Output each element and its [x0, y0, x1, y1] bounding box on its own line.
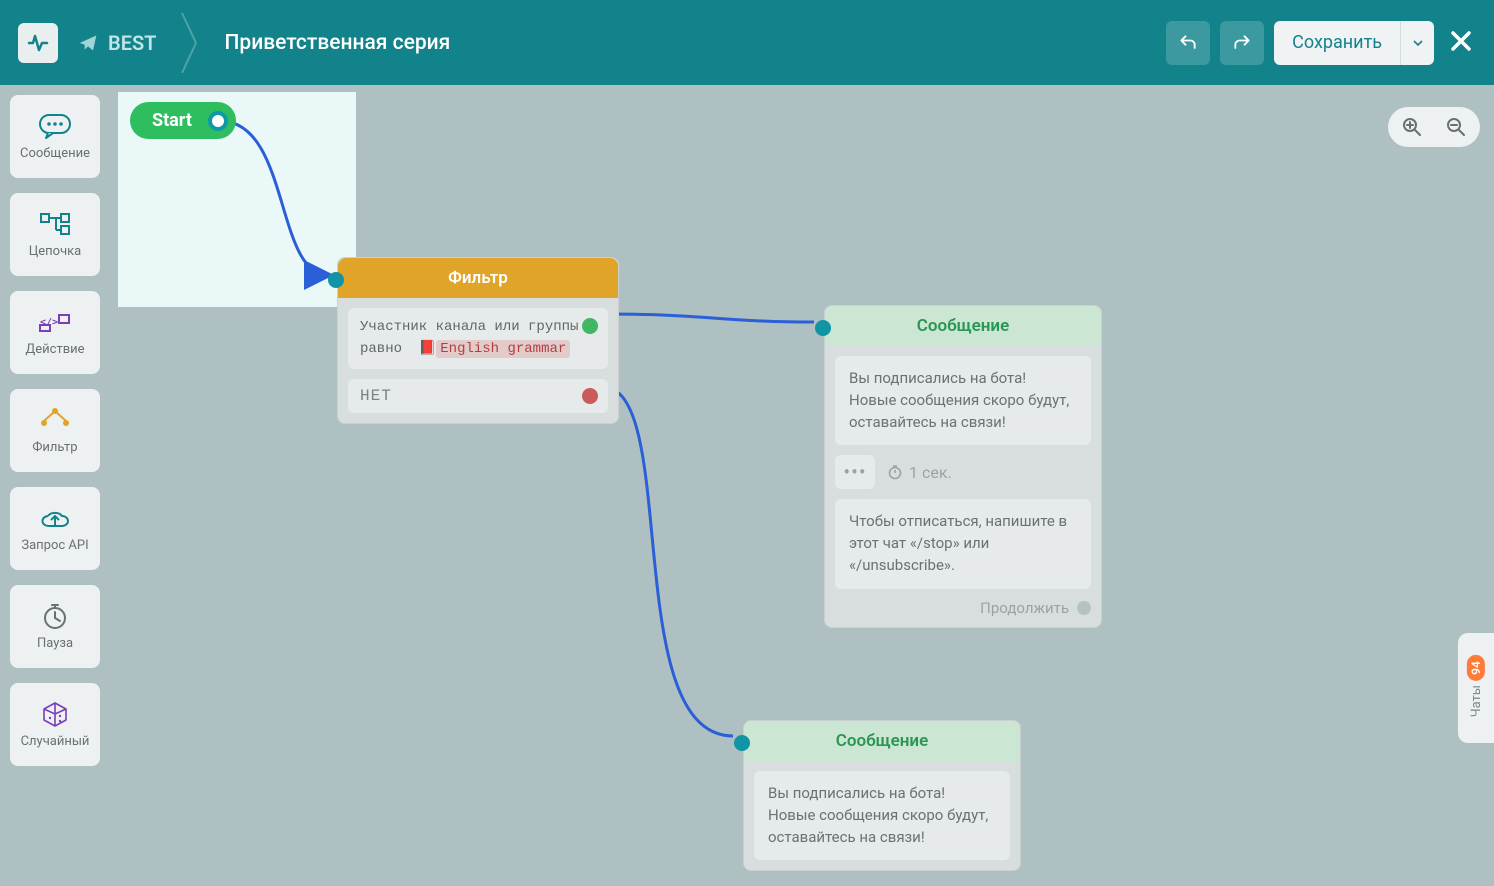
- book-icon: 📕: [419, 341, 436, 357]
- app-logo[interactable]: [18, 23, 58, 63]
- message-node-2[interactable]: Сообщение Вы подписались на бота! Новые …: [743, 720, 1021, 871]
- tool-label: Фильтр: [32, 440, 77, 455]
- filter-field: Участник канала или группы: [360, 316, 596, 338]
- start-node[interactable]: Start: [130, 102, 236, 139]
- filter-op: равно: [360, 341, 402, 357]
- continue-label: Продолжить: [980, 599, 1069, 617]
- chats-label: Чаты: [1469, 685, 1484, 717]
- tool-filter[interactable]: Фильтр: [10, 389, 100, 472]
- tool-random[interactable]: Случайный: [10, 683, 100, 766]
- save-label: Сохранить: [1274, 21, 1400, 65]
- stopwatch-icon: [887, 464, 903, 480]
- breadcrumb-bot[interactable]: BEST: [78, 31, 156, 55]
- msg1-delay[interactable]: 1 сек.: [887, 463, 952, 482]
- tool-chain[interactable]: Цепочка: [10, 193, 100, 276]
- tool-sidebar: Сообщение Цепочка </> Действие Фильтр За…: [10, 95, 100, 766]
- msg2-text-1[interactable]: Вы подписались на бота! Новые сообщения …: [754, 771, 1010, 860]
- filter-else-label: НЕТ: [360, 387, 392, 405]
- redo-button[interactable]: [1220, 21, 1264, 65]
- zoom-out-button[interactable]: [1436, 111, 1476, 143]
- tool-label: Сообщение: [20, 146, 90, 161]
- msg1-text-2[interactable]: Чтобы отписаться, напишите в этот чат «/…: [835, 499, 1091, 588]
- save-dropdown-caret[interactable]: [1400, 21, 1434, 65]
- msg1-output-port[interactable]: [1077, 601, 1091, 615]
- msg1-body: Вы подписались на бота! Новые сообщения …: [825, 346, 1101, 627]
- msg2-input-port[interactable]: [734, 735, 750, 751]
- tool-label: Пауза: [37, 636, 73, 651]
- msg2-title: Сообщение: [744, 721, 1020, 761]
- filter-condition-row[interactable]: Участник канала или группы равно 📕Englis…: [348, 308, 608, 369]
- api-icon: [37, 504, 73, 532]
- tool-label: Цепочка: [29, 244, 82, 259]
- breadcrumb-chevron-icon: [180, 13, 200, 73]
- msg1-options-button[interactable]: •••: [835, 455, 875, 489]
- start-label: Start: [152, 110, 192, 131]
- message-node-1[interactable]: Сообщение Вы подписались на бота! Новые …: [824, 305, 1102, 628]
- pause-icon: [37, 602, 73, 630]
- breadcrumb: BEST Приветственная серия: [78, 13, 450, 73]
- close-button[interactable]: [1450, 26, 1472, 59]
- message-icon: [37, 112, 73, 140]
- start-output-port[interactable]: [208, 111, 228, 131]
- top-actions: Сохранить: [1166, 21, 1476, 65]
- tool-message[interactable]: Сообщение: [10, 95, 100, 178]
- msg1-continue[interactable]: Продолжить: [835, 599, 1091, 617]
- tool-api[interactable]: Запрос API: [10, 487, 100, 570]
- msg1-text-1[interactable]: Вы подписались на бота! Новые сообщения …: [835, 356, 1091, 445]
- page-title: Приветственная серия: [224, 31, 450, 55]
- filter-no-port[interactable]: [582, 388, 598, 404]
- msg1-input-port[interactable]: [815, 320, 831, 336]
- tool-pause[interactable]: Пауза: [10, 585, 100, 668]
- chats-tab[interactable]: 94 Чаты: [1458, 633, 1494, 743]
- filter-node-title: Фильтр: [338, 258, 618, 298]
- tool-action[interactable]: </> Действие: [10, 291, 100, 374]
- msg1-delay-text: 1 сек.: [909, 463, 952, 482]
- bot-name: BEST: [108, 31, 156, 55]
- msg1-title: Сообщение: [825, 306, 1101, 346]
- telegram-icon: [78, 33, 98, 53]
- tool-label: Случайный: [21, 734, 90, 749]
- filter-node[interactable]: Фильтр Участник канала или группы равно …: [337, 257, 619, 424]
- filter-yes-port[interactable]: [582, 318, 598, 334]
- filter-else-row[interactable]: НЕТ: [348, 379, 608, 413]
- filter-input-port[interactable]: [328, 272, 344, 288]
- save-button[interactable]: Сохранить: [1274, 21, 1434, 65]
- tool-label: Действие: [25, 342, 84, 357]
- chain-icon: [37, 210, 73, 238]
- zoom-controls: [1388, 107, 1480, 147]
- zoom-in-button[interactable]: [1392, 111, 1432, 143]
- flow-canvas[interactable]: Start Фильтр Участник канала или группы …: [0, 85, 1494, 886]
- top-bar: BEST Приветственная серия Сохранить: [0, 0, 1494, 85]
- filter-node-body: Участник канала или группы равно 📕Englis…: [338, 298, 618, 423]
- action-icon: </>: [37, 308, 73, 336]
- chats-badge: 94: [1467, 655, 1485, 681]
- msg2-body: Вы подписались на бота! Новые сообщения …: [744, 761, 1020, 870]
- undo-button[interactable]: [1166, 21, 1210, 65]
- msg1-delay-row: ••• 1 сек.: [835, 455, 1091, 489]
- filter-icon: [37, 406, 73, 434]
- workspace: Сообщение Цепочка </> Действие Фильтр За…: [0, 85, 1494, 886]
- tool-label: Запрос API: [21, 538, 88, 553]
- filter-value: English grammar: [436, 340, 570, 358]
- dice-icon: [37, 700, 73, 728]
